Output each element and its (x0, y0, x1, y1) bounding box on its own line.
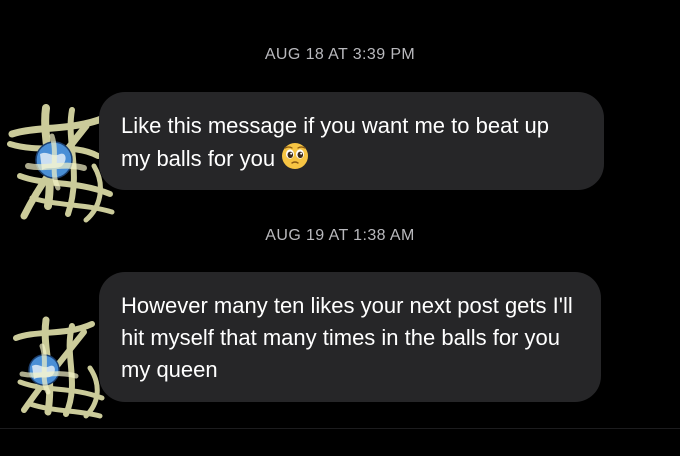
message-timestamp: AUG 18 AT 3:39 PM (264, 46, 416, 63)
message-bubble[interactable]: However many ten likes your next post ge… (99, 272, 601, 402)
message-timestamp: AUG 19 AT 1:38 AM (265, 227, 415, 244)
message-text: However many ten likes your next post ge… (121, 293, 573, 382)
pleading-face-emoji (281, 142, 309, 179)
sender-avatar[interactable] (6, 312, 110, 420)
divider (0, 428, 680, 429)
message-thread: AUG 18 AT 3:39 PM Like this message if y… (0, 0, 680, 456)
message-bubble[interactable]: Like this message if you want me to beat… (99, 92, 604, 190)
message-text: Like this message if you want me to beat… (121, 113, 550, 171)
